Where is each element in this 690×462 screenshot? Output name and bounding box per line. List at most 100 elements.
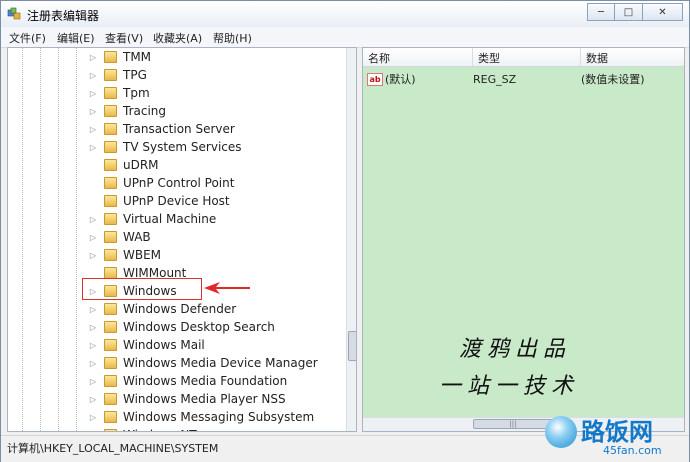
- expand-arrow-icon[interactable]: ▷: [88, 305, 98, 314]
- close-button[interactable]: ✕: [643, 3, 683, 21]
- tree-item[interactable]: ▷ TV System Services: [88, 138, 338, 156]
- folder-icon: [104, 393, 117, 405]
- tree-item[interactable]: ▷ Windows Messaging Subsystem: [88, 408, 338, 426]
- tree-item-label: TMM: [123, 50, 152, 64]
- maximize-button[interactable]: □: [615, 3, 643, 21]
- tree-item-label: Windows Media Device Manager: [123, 356, 318, 370]
- highlight-box: [82, 278, 202, 300]
- logo-text-cn: 路饭网: [581, 418, 653, 446]
- watermark-line2: 一站一技术: [439, 374, 580, 399]
- scroll-thumb[interactable]: [348, 331, 356, 361]
- expand-arrow-icon[interactable]: ▷: [88, 395, 98, 404]
- tree-item[interactable]: UPnP Control Point: [88, 174, 338, 192]
- tree-item-label: Virtual Machine: [123, 212, 217, 226]
- folder-icon: [104, 195, 117, 207]
- folder-icon: [104, 87, 117, 99]
- column-data[interactable]: 数据: [581, 48, 684, 66]
- menu-view[interactable]: 查看(V): [105, 30, 143, 46]
- value-name: (默认): [385, 73, 416, 86]
- tree-item-label: TPG: [123, 68, 147, 82]
- column-name[interactable]: 名称: [363, 48, 473, 66]
- folder-icon: [104, 105, 117, 117]
- menu-help[interactable]: 帮助(H): [213, 30, 252, 46]
- tree-item-label: Windows Media Foundation: [123, 374, 288, 388]
- folder-icon: [104, 303, 117, 315]
- tree-item[interactable]: ▷ Windows NT: [88, 426, 338, 432]
- registry-editor-icon: [7, 7, 21, 20]
- tree-item-label: UPnP Device Host: [123, 194, 230, 208]
- tree-item[interactable]: ▷ Windows Media Foundation: [88, 372, 338, 390]
- expand-arrow-icon[interactable]: ▷: [88, 359, 98, 368]
- tree-item[interactable]: ▷ Tracing: [88, 102, 338, 120]
- tree-item[interactable]: UPnP Device Host: [88, 192, 338, 210]
- column-type[interactable]: 类型: [473, 48, 581, 66]
- title-bar[interactable]: 注册表编辑器 ─ □ ✕: [1, 1, 689, 27]
- expand-arrow-icon[interactable]: ▷: [88, 413, 98, 422]
- tree-item-label: Windows Desktop Search: [123, 320, 275, 334]
- expand-arrow-icon[interactable]: ▷: [88, 143, 98, 152]
- folder-icon: [104, 177, 117, 189]
- tree-item-label: Transaction Server: [123, 122, 235, 136]
- menu-file[interactable]: 文件(F): [9, 30, 46, 46]
- tree-item[interactable]: ▷ Windows Media Device Manager: [88, 354, 338, 372]
- tree-item[interactable]: ▷ TPG: [88, 66, 338, 84]
- menu-edit[interactable]: 编辑(E): [57, 30, 95, 46]
- tree-item[interactable]: ▷ WBEM: [88, 246, 338, 264]
- tree-item[interactable]: ▷ TMM: [88, 48, 338, 66]
- logo-text-en: 45fan.com: [603, 444, 662, 457]
- expand-arrow-icon[interactable]: ▷: [88, 125, 98, 134]
- expand-arrow-icon[interactable]: ▷: [88, 215, 98, 224]
- tree-item-label: WBEM: [123, 248, 162, 262]
- registry-tree-pane[interactable]: ▷ TMM ▷ TPG ▷ Tpm ▷ Tracing ▷ Transaction Server ▷…: [7, 47, 357, 432]
- tree-item[interactable]: ▷ Tpm: [88, 84, 338, 102]
- expand-arrow-icon[interactable]: ▷: [88, 377, 98, 386]
- tree-item-label: Windows Mail: [123, 338, 205, 352]
- tree-item-label: Windows Messaging Subsystem: [123, 410, 315, 424]
- folder-icon: [104, 141, 117, 153]
- tree-item-label: Windows NT: [123, 428, 197, 431]
- tree-item[interactable]: ▷ Virtual Machine: [88, 210, 338, 228]
- tree-item-label: Windows Defender: [123, 302, 237, 316]
- tree-item[interactable]: ▷ Windows Mail: [88, 336, 338, 354]
- tree-guide-line: [22, 48, 23, 431]
- expand-arrow-icon[interactable]: ▷: [88, 71, 98, 80]
- tree-item-label: Tpm: [123, 86, 150, 100]
- tree-guide-line: [40, 48, 41, 431]
- expand-arrow-icon[interactable]: ▷: [88, 53, 98, 62]
- column-headers: 名称 类型 数据: [363, 48, 684, 67]
- expand-arrow-icon[interactable]: ▷: [88, 323, 98, 332]
- tree-item[interactable]: ▷ Transaction Server: [88, 120, 338, 138]
- tree-guide-line: [76, 48, 77, 431]
- tree-item[interactable]: uDRM: [88, 156, 338, 174]
- tree-vertical-scrollbar[interactable]: [346, 48, 356, 431]
- tree-item[interactable]: ▷ Windows Defender: [88, 300, 338, 318]
- expand-arrow-icon[interactable]: ▷: [88, 341, 98, 350]
- tree-guide-line: [58, 48, 59, 431]
- scroll-thumb[interactable]: |||: [473, 419, 553, 429]
- tree-item-label: Windows Media Player NSS: [123, 392, 286, 406]
- droplet-icon: [545, 416, 577, 448]
- watermark-line1: 渡鸦出品: [459, 337, 572, 362]
- value-type: REG_SZ: [473, 72, 517, 86]
- value-row[interactable]: ab (默认) REG_SZ (数值未设置): [363, 70, 684, 88]
- tree-item-label: TV System Services: [123, 140, 242, 154]
- tree-item-label: Tracing: [123, 104, 167, 118]
- expand-arrow-icon[interactable]: ▷: [88, 431, 98, 432]
- registry-editor-window: 注册表编辑器 ─ □ ✕ 文件(F) 编辑(E) 查看(V) 收藏夹(A) 帮助…: [0, 0, 690, 462]
- folder-icon: [104, 249, 117, 261]
- folder-icon: [104, 429, 117, 431]
- expand-arrow-icon[interactable]: ▷: [88, 89, 98, 98]
- tree-item[interactable]: ▷ Windows Desktop Search: [88, 318, 338, 336]
- folder-icon: [104, 321, 117, 333]
- expand-arrow-icon[interactable]: ▷: [88, 251, 98, 260]
- expand-arrow-icon[interactable]: ▷: [88, 233, 98, 242]
- values-pane[interactable]: 名称 类型 数据 ab (默认) REG_SZ (数值未设置) 渡鸦出品 一站一…: [362, 47, 685, 432]
- tree-item[interactable]: ▷ WAB: [88, 228, 338, 246]
- tree-item[interactable]: ▷ Windows Media Player NSS: [88, 390, 338, 408]
- status-path: 计算机\HKEY_LOCAL_MACHINE\SYSTEM: [7, 442, 219, 455]
- folder-icon: [104, 123, 117, 135]
- ab-string-icon: ab: [367, 72, 383, 86]
- menu-favorites[interactable]: 收藏夹(A): [153, 30, 202, 46]
- minimize-button[interactable]: ─: [587, 3, 615, 21]
- expand-arrow-icon[interactable]: ▷: [88, 107, 98, 116]
